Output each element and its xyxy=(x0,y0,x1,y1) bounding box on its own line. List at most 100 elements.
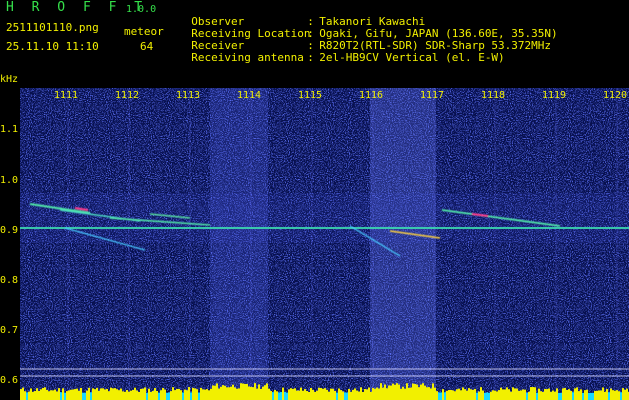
power-bar xyxy=(208,390,210,400)
power-bar xyxy=(596,390,598,400)
power-bar xyxy=(186,390,188,400)
minute-label: 1119 xyxy=(542,90,566,101)
power-bar xyxy=(438,392,440,400)
power-bar xyxy=(328,391,330,400)
power-bar xyxy=(544,389,546,400)
power-bar xyxy=(240,383,242,400)
power-bar xyxy=(456,389,458,400)
power-bar xyxy=(128,391,130,400)
power-bar xyxy=(564,387,566,400)
power-bar xyxy=(386,388,388,400)
meteor-count: 64 xyxy=(140,40,154,53)
power-bar xyxy=(394,384,396,400)
power-bar xyxy=(248,386,250,400)
power-bar xyxy=(150,391,152,400)
power-bar xyxy=(358,391,360,400)
power-bar xyxy=(470,389,472,400)
power-bar xyxy=(360,387,362,400)
power-bar xyxy=(52,390,54,400)
power-bar xyxy=(124,391,126,400)
power-bar xyxy=(608,392,610,400)
power-bar xyxy=(196,389,198,400)
power-bar xyxy=(292,388,294,400)
power-bar xyxy=(510,391,512,400)
power-bar xyxy=(244,383,246,400)
power-bar xyxy=(396,383,398,400)
power-bar xyxy=(420,384,422,400)
power-bar xyxy=(274,389,276,400)
minute-label: 1115 xyxy=(298,90,322,101)
file-name: 2511101110.png xyxy=(6,21,99,34)
power-bar xyxy=(42,387,44,400)
power-bar xyxy=(242,383,244,400)
power-bar xyxy=(476,392,478,400)
power-bar xyxy=(136,390,138,400)
power-bar xyxy=(34,391,36,400)
power-bar xyxy=(154,388,156,400)
power-bar xyxy=(30,388,32,400)
power-bar xyxy=(284,392,286,400)
power-bar xyxy=(94,389,96,400)
power-bar xyxy=(382,387,384,400)
power-bar xyxy=(192,387,194,400)
power-bar xyxy=(556,388,558,400)
power-bar xyxy=(268,388,270,400)
power-bar xyxy=(620,392,622,400)
info-antenna: Receiving antenna:2el-HB9CV Vertical (el… xyxy=(191,51,505,64)
power-bar xyxy=(288,389,290,400)
power-bar xyxy=(198,392,200,400)
power-bar xyxy=(238,388,240,400)
power-bar xyxy=(570,390,572,400)
power-bar xyxy=(204,389,206,400)
power-bar xyxy=(28,391,30,400)
power-bar xyxy=(498,390,500,400)
power-bar xyxy=(68,390,70,400)
power-bar xyxy=(350,391,352,400)
power-bar xyxy=(434,387,436,400)
power-bar xyxy=(482,390,484,400)
power-bar xyxy=(588,392,590,400)
power-bar xyxy=(604,391,606,400)
power-bar xyxy=(336,392,338,400)
power-bar xyxy=(378,388,380,400)
power-bar xyxy=(384,384,386,400)
power-bar xyxy=(506,387,508,400)
power-bar xyxy=(140,388,142,400)
power-bar xyxy=(120,388,122,400)
power-bar xyxy=(118,390,120,400)
power-bar xyxy=(220,386,222,400)
power-bar xyxy=(178,388,180,400)
power-bar xyxy=(132,389,134,400)
power-bar xyxy=(290,388,292,400)
power-bar xyxy=(318,387,320,400)
power-bar xyxy=(58,388,60,400)
power-bar xyxy=(92,388,94,400)
power-bar xyxy=(122,391,124,400)
power-bar xyxy=(374,388,376,400)
power-bar xyxy=(542,391,544,400)
power-bar xyxy=(520,390,522,400)
power-bar xyxy=(622,388,624,400)
power-bar xyxy=(26,392,28,400)
power-bar xyxy=(428,387,430,400)
power-bar xyxy=(84,392,86,400)
power-bar xyxy=(278,392,280,400)
power-bar xyxy=(412,383,414,400)
power-bar xyxy=(446,390,448,400)
power-bar xyxy=(406,383,408,400)
power-bar xyxy=(534,387,536,400)
power-bar xyxy=(418,387,420,400)
power-bar xyxy=(280,392,282,400)
power-bar xyxy=(298,390,300,400)
power-bar xyxy=(462,387,464,400)
power-bar xyxy=(100,388,102,400)
power-bar xyxy=(202,389,204,400)
power-bar xyxy=(554,391,556,400)
power-bar xyxy=(450,389,452,400)
power-bar xyxy=(182,392,184,400)
power-bar xyxy=(50,390,52,400)
power-bar xyxy=(474,388,476,400)
power-bar xyxy=(130,390,132,400)
power-bar xyxy=(22,387,24,400)
power-bar xyxy=(508,389,510,400)
